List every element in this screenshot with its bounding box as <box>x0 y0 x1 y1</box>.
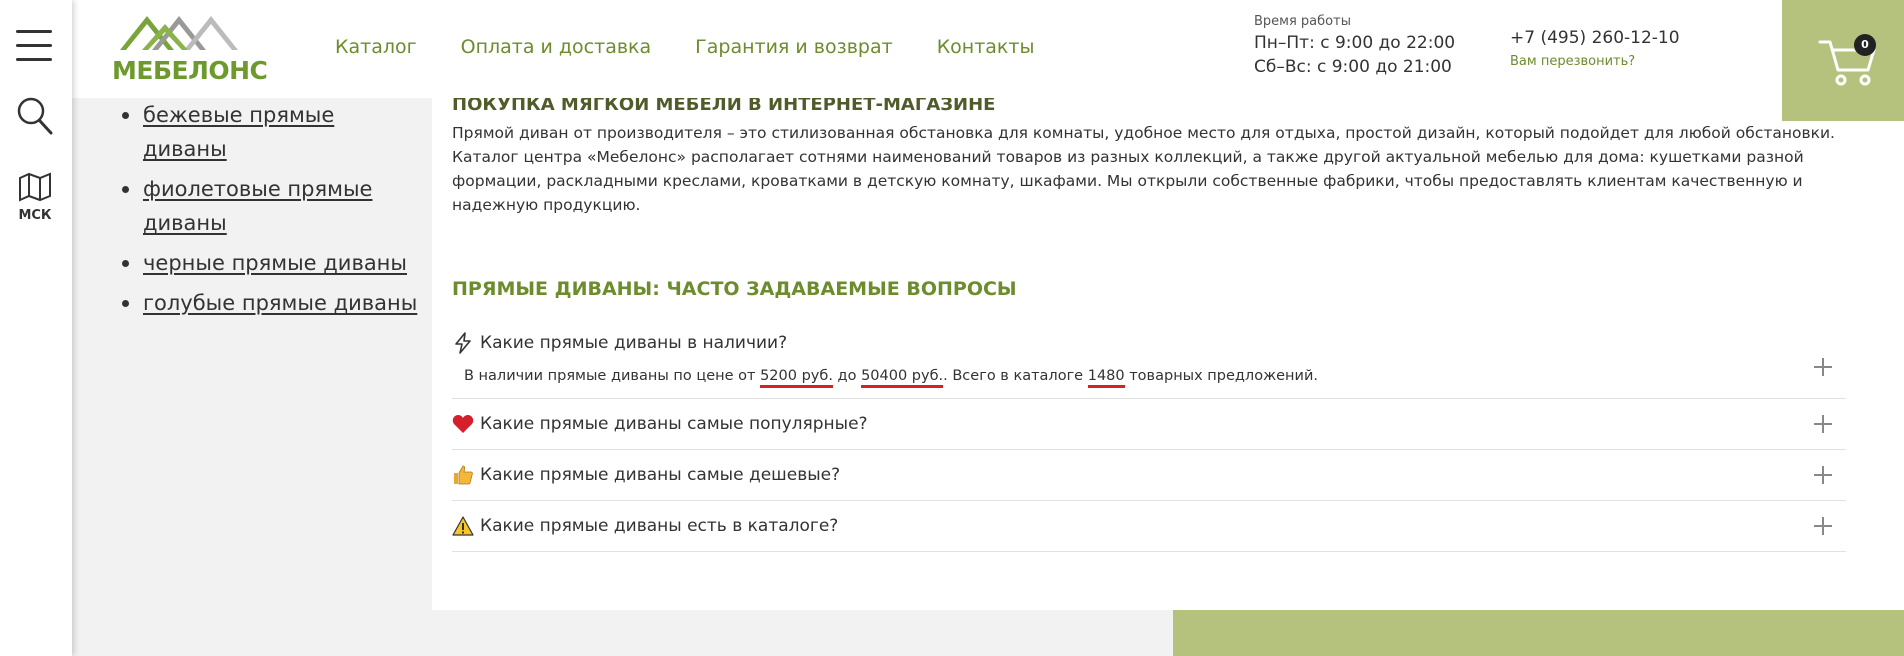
map-icon <box>19 172 51 202</box>
price-max: 50400 руб. <box>861 368 944 388</box>
faq-question[interactable]: Какие прямые диваны самые дешевые? <box>452 450 1846 500</box>
faq-item: Какие прямые диваны самые популярные? <box>452 399 1846 450</box>
faq-list: Какие прямые диваны в наличии? В наличии… <box>452 326 1846 552</box>
search-icon[interactable] <box>16 96 54 136</box>
faq-question[interactable]: Какие прямые диваны в наличии? <box>452 326 1846 360</box>
faq-question[interactable]: Какие прямые диваны есть в каталоге? <box>452 501 1846 551</box>
link-blue-sofas[interactable]: голубые прямые диваны <box>143 291 417 315</box>
list-item: фиолетовые прямые диваны <box>118 172 418 240</box>
faq-question[interactable]: Какие прямые диваны самые популярные? <box>452 399 1846 449</box>
faq-item: Какие прямые диваны в наличии? В наличии… <box>452 326 1846 399</box>
expand-icon[interactable] <box>1814 466 1832 484</box>
answer-text: . Всего в каталоге <box>943 368 1084 384</box>
expand-icon[interactable] <box>1814 415 1832 433</box>
logo-text: МЕБЕЛОНС <box>112 56 268 85</box>
price-min: 5200 руб. <box>760 368 833 388</box>
callback-link[interactable]: Вам перезвонить? <box>1510 54 1680 69</box>
faq-question-text: Какие прямые диваны самые дешевые? <box>480 465 841 485</box>
answer-text: В наличии прямые диваны по цене от <box>464 368 756 384</box>
phone-block: +7 (495) 260-12-10 Вам перезвонить? <box>1510 28 1680 69</box>
logo[interactable]: МЕБЕЛОНС <box>112 10 268 86</box>
thumbs-up-icon <box>452 464 474 486</box>
working-hours: Время работы Пн–Пт: с 9:00 до 22:00 Сб–В… <box>1254 14 1455 77</box>
site-header: МЕБЕЛОНС Каталог Оплата и доставка Гаран… <box>72 0 1904 98</box>
hours-caption: Время работы <box>1254 14 1351 29</box>
faq-answer: В наличии прямые диваны по цене от 5200 … <box>452 360 1846 398</box>
section-text: Прямой диван от производителя – это стил… <box>452 124 1835 214</box>
nav-payment-delivery[interactable]: Оплата и доставка <box>461 36 652 58</box>
faq-question-text: Какие прямые диваны есть в каталоге? <box>480 516 839 536</box>
cart-button[interactable]: 0 <box>1782 0 1904 121</box>
hours-weekdays: Пн–Пт: с 9:00 до 22:00 <box>1254 33 1456 53</box>
faq-question-text: Какие прямые диваны самые популярные? <box>480 414 868 434</box>
list-item: голубые прямые диваны <box>118 286 418 320</box>
nav-warranty-return[interactable]: Гарантия и возврат <box>695 36 893 58</box>
nav-catalog[interactable]: Каталог <box>335 36 417 58</box>
link-black-sofas[interactable]: черные прямые диваны <box>143 251 407 275</box>
expand-icon[interactable] <box>1814 358 1832 376</box>
heart-icon <box>452 413 474 435</box>
lightning-icon <box>452 332 474 354</box>
logo-roof-icon <box>120 16 238 50</box>
cart-count-badge: 0 <box>1854 34 1876 56</box>
menu-icon[interactable] <box>16 30 52 62</box>
answer-text: товарных предложений. <box>1129 368 1318 384</box>
expand-icon[interactable] <box>1814 517 1832 535</box>
list-item: черные прямые диваны <box>118 246 418 280</box>
left-rail: МСК <box>0 0 72 656</box>
list-item: бежевые прямые диваны <box>118 98 418 166</box>
phone-number[interactable]: +7 (495) 260-12-10 <box>1510 28 1680 48</box>
link-beige-sofas[interactable]: бежевые прямые диваны <box>143 103 334 161</box>
city-label: МСК <box>18 208 52 223</box>
faq-question-text: Какие прямые диваны в наличии? <box>480 333 788 353</box>
answer-text: до <box>837 368 857 384</box>
warning-icon <box>452 515 474 537</box>
offer-count: 1480 <box>1087 368 1125 388</box>
colors-list: бежевые прямые диваны фиолетовые прямые … <box>118 98 418 326</box>
hours-weekend: Сб–Вс: с 9:00 до 21:00 <box>1254 57 1452 77</box>
faq-item: Какие прямые диваны самые дешевые? <box>452 450 1846 501</box>
main-nav: Каталог Оплата и доставка Гарантия и воз… <box>335 36 1034 58</box>
footer-accent-block <box>1173 610 1904 656</box>
faq-title: ПРЯМЫЕ ДИВАНЫ: ЧАСТО ЗАДАВАЕМЫЕ ВОПРОСЫ <box>452 278 1017 300</box>
link-violet-sofas[interactable]: фиолетовые прямые диваны <box>143 177 372 235</box>
seo-section: ПОКУПКА МЯГКОЙ МЕБЕЛИ В ИНТЕРНЕТ-МАГАЗИН… <box>452 94 1846 217</box>
faq-item: Какие прямые диваны есть в каталоге? <box>452 501 1846 552</box>
nav-contacts[interactable]: Контакты <box>937 36 1035 58</box>
city-selector[interactable]: МСК <box>14 172 56 223</box>
